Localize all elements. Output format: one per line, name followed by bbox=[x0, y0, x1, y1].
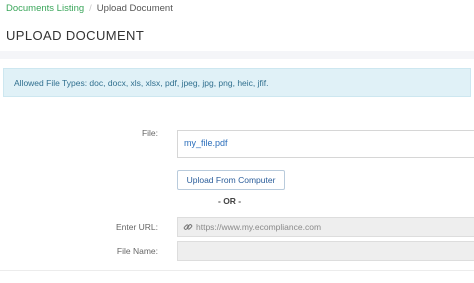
allowed-file-types-alert: Allowed File Types: doc, docx, xls, xlsx… bbox=[3, 68, 471, 97]
breadcrumb-documents-listing-link[interactable]: Documents Listing bbox=[6, 3, 84, 14]
file-label: File: bbox=[141, 128, 158, 138]
file-name-label: File Name: bbox=[116, 246, 158, 256]
url-label: Enter URL: bbox=[115, 222, 158, 232]
breadcrumb: Documents Listing / Upload Document bbox=[6, 3, 173, 14]
breadcrumb-current: Upload Document bbox=[96, 3, 173, 14]
link-icon bbox=[183, 224, 193, 230]
upload-from-computer-button[interactable]: Upload From Computer bbox=[177, 170, 285, 190]
page-title: UPLOAD DOCUMENT bbox=[6, 28, 145, 43]
url-field bbox=[177, 217, 474, 237]
file-name-input[interactable] bbox=[177, 241, 474, 261]
breadcrumb-bar: Documents Listing / Upload Document bbox=[0, 0, 474, 19]
title-bar: UPLOAD DOCUMENT bbox=[0, 19, 474, 51]
selected-file-link[interactable]: my_file.pdf bbox=[184, 138, 228, 148]
file-field: my_file.pdf bbox=[177, 130, 474, 158]
allowed-file-types-text: Allowed File Types: doc, docx, xls, xlsx… bbox=[14, 78, 269, 88]
breadcrumb-separator: / bbox=[89, 3, 92, 14]
upload-document-page: Documents Listing / Upload Document UPLOAD… bbox=[0, 0, 474, 283]
or-divider: - OR - bbox=[218, 196, 242, 206]
url-input[interactable] bbox=[196, 218, 466, 236]
form-bottom-divider bbox=[0, 270, 474, 271]
section-gap bbox=[0, 51, 474, 59]
